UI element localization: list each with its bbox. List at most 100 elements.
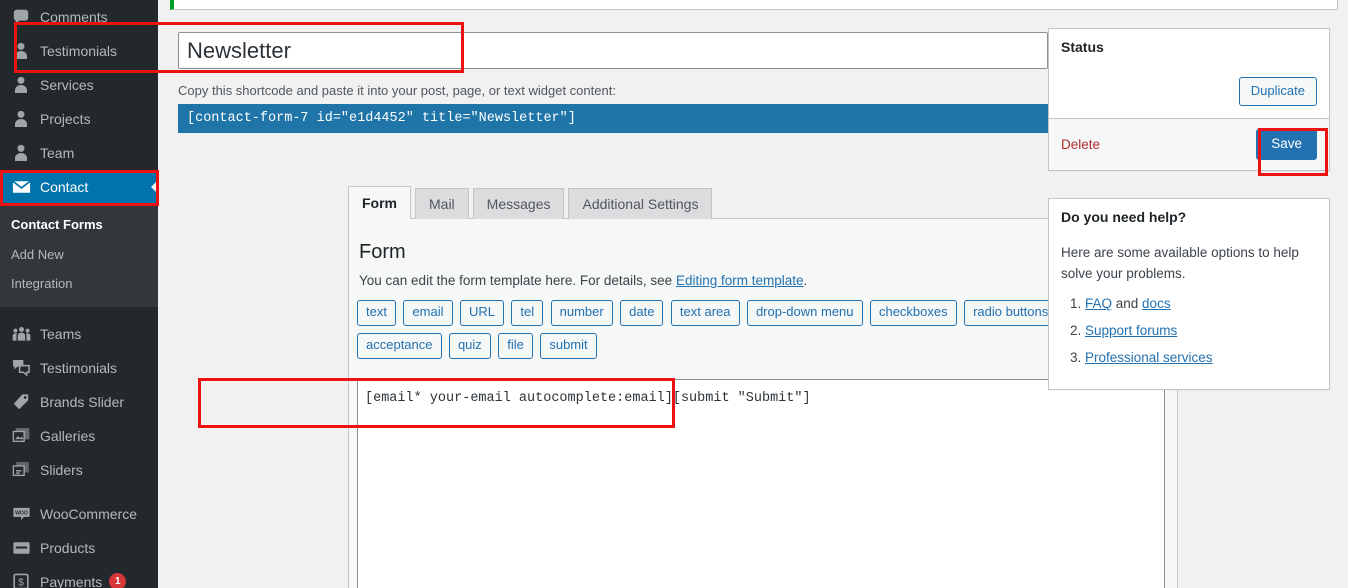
- sidebar-item-testimonials[interactable]: Testimonials: [0, 34, 158, 68]
- panel-description-period: .: [803, 273, 808, 288]
- user-icon: [11, 143, 31, 163]
- sidebar-item-services[interactable]: Services: [0, 68, 158, 102]
- tag-button-acceptance[interactable]: acceptance: [357, 332, 442, 359]
- status-card: Status Duplicate Delete Save: [1048, 28, 1330, 171]
- sidebar-item-sliders[interactable]: Sliders: [0, 453, 158, 487]
- envelope-icon: [11, 177, 31, 197]
- panel-description-text: You can edit the form template here. For…: [359, 273, 676, 288]
- tag-icon: [11, 392, 31, 412]
- groups-icon: [11, 324, 31, 344]
- list-item: Professional services: [1085, 348, 1317, 369]
- sidebar-item-team[interactable]: Team: [0, 136, 158, 170]
- dollar-icon: $: [11, 572, 31, 588]
- shortcode-input[interactable]: [178, 104, 1048, 133]
- tag-button-text[interactable]: text: [357, 300, 396, 326]
- sidebar-item-galleries[interactable]: Galleries: [0, 419, 158, 453]
- sidebar-item-label: Brands Slider: [40, 393, 125, 410]
- sidebar-item-label: Testimonials: [40, 43, 118, 59]
- tab-additional-settings[interactable]: Additional Settings: [568, 188, 713, 219]
- tag-button-email[interactable]: email: [403, 300, 453, 326]
- main-content: Copy this shortcode and paste it into yo…: [158, 0, 1348, 588]
- delete-link[interactable]: Delete: [1061, 137, 1100, 152]
- help-conjunction: and: [1112, 296, 1143, 312]
- tag-button-text-area[interactable]: text area: [670, 300, 740, 326]
- sidebar-item-label: Comments: [40, 9, 108, 25]
- wordpress-admin-screen: Comments Testimonials Services Projects …: [0, 0, 1348, 588]
- sidebar-item-payments[interactable]: $ Payments 1: [0, 565, 158, 588]
- comment-icon: [11, 7, 31, 27]
- tab-mail[interactable]: Mail: [415, 188, 469, 219]
- help-links-list: FAQ and docs Support forums Professional…: [1061, 294, 1317, 369]
- payments-count-badge: 1: [109, 573, 127, 588]
- images-icon: [11, 426, 31, 446]
- title-field-wrap: [178, 32, 1048, 69]
- list-item: Support forums: [1085, 321, 1317, 342]
- status-card-title: Status: [1061, 39, 1104, 55]
- sidebar-item-label: Galleries: [40, 427, 96, 444]
- tag-button-file[interactable]: file: [498, 332, 533, 359]
- sidebar-item-comments[interactable]: Comments: [0, 0, 158, 34]
- sidebar-divider-2: [0, 487, 158, 497]
- form-template-textarea[interactable]: [email* your-email autocomplete:email][s…: [357, 379, 1165, 588]
- list-item: FAQ and docs: [1085, 294, 1317, 315]
- slides-icon: [11, 460, 31, 480]
- form-title-input[interactable]: [178, 32, 1048, 69]
- support-forums-link[interactable]: Support forums: [1085, 323, 1177, 338]
- chevron-right-icon: [151, 179, 158, 195]
- tab-messages[interactable]: Messages: [472, 188, 565, 219]
- sidebar-item-label: Payments: [40, 573, 103, 588]
- docs-link[interactable]: docs: [1142, 296, 1171, 311]
- professional-services-link[interactable]: Professional services: [1085, 350, 1213, 365]
- tag-button-checkboxes[interactable]: checkboxes: [869, 300, 957, 326]
- woo-icon: WOO: [11, 504, 31, 524]
- tag-button-quiz[interactable]: quiz: [448, 332, 491, 359]
- editor-tabs: Form Mail Messages Additional Settings: [348, 186, 716, 220]
- help-intro: Here are some available options to help …: [1061, 244, 1299, 281]
- tag-button-tel[interactable]: tel: [511, 300, 544, 326]
- svg-text:WOO: WOO: [15, 510, 28, 516]
- sidebar-item-contact[interactable]: Contact: [0, 170, 158, 204]
- product-box-icon: [11, 538, 31, 558]
- duplicate-button[interactable]: Duplicate: [1238, 76, 1317, 107]
- sidebar-item-label: Services: [40, 77, 94, 93]
- sidebar-item-label: WooCommerce: [40, 505, 137, 522]
- help-card-title: Do you need help?: [1061, 209, 1187, 225]
- tag-button-submit[interactable]: submit: [540, 332, 597, 359]
- sidebar-item-projects[interactable]: Projects: [0, 102, 158, 136]
- sidebar-item-label: Teams: [40, 325, 82, 342]
- tag-button-number[interactable]: number: [550, 300, 613, 326]
- sidebar-item-label: Contact: [40, 179, 89, 195]
- form-tag-buttons: text email URL tel number date text area…: [349, 288, 1149, 366]
- sidebar-item-label: Team: [40, 145, 75, 161]
- submenu-item-add-new[interactable]: Add New: [0, 240, 158, 270]
- submenu-item-contact-forms[interactable]: Contact Forms: [0, 210, 158, 240]
- sidebar-item-label: Projects: [40, 111, 91, 127]
- chat-bubbles-icon: [11, 358, 31, 378]
- tab-form[interactable]: Form: [348, 186, 411, 220]
- tag-button-date[interactable]: date: [620, 300, 664, 326]
- sidebar-divider: [0, 307, 158, 317]
- tag-button-drop-down-menu[interactable]: drop-down menu: [746, 300, 863, 326]
- user-icon: [11, 75, 31, 95]
- user-icon: [11, 41, 31, 61]
- sidebar-item-label: Products: [40, 539, 96, 556]
- sidebar-item-brands-slider[interactable]: Brands Slider: [0, 385, 158, 419]
- sidebar-item-teams[interactable]: Teams: [0, 317, 158, 351]
- user-icon: [11, 109, 31, 129]
- faq-link[interactable]: FAQ: [1085, 296, 1112, 311]
- sidebar-item-products[interactable]: Products: [0, 531, 158, 565]
- save-button[interactable]: Save: [1256, 129, 1317, 160]
- shortcode-hint-text: Copy this shortcode and paste it into yo…: [178, 83, 616, 98]
- tag-button-url[interactable]: URL: [459, 300, 504, 326]
- status-card-footer: Delete Save: [1049, 118, 1329, 170]
- tag-button-radio-buttons[interactable]: radio buttons: [964, 300, 1058, 326]
- admin-sidebar: Comments Testimonials Services Projects …: [0, 0, 158, 588]
- sidebar-item-woocommerce[interactable]: WOO WooCommerce: [0, 497, 158, 531]
- sidebar-item-label: Testimonials: [40, 359, 118, 376]
- sidebar-item-label: Sliders: [40, 461, 83, 478]
- editing-form-template-link[interactable]: Editing form template: [676, 273, 804, 288]
- submenu-item-integration[interactable]: Integration: [0, 269, 158, 299]
- help-card-body: Here are some available options to help …: [1049, 243, 1329, 390]
- sidebar-item-testimonials-2[interactable]: Testimonials: [0, 351, 158, 385]
- help-card: Do you need help? Here are some availabl…: [1048, 198, 1330, 391]
